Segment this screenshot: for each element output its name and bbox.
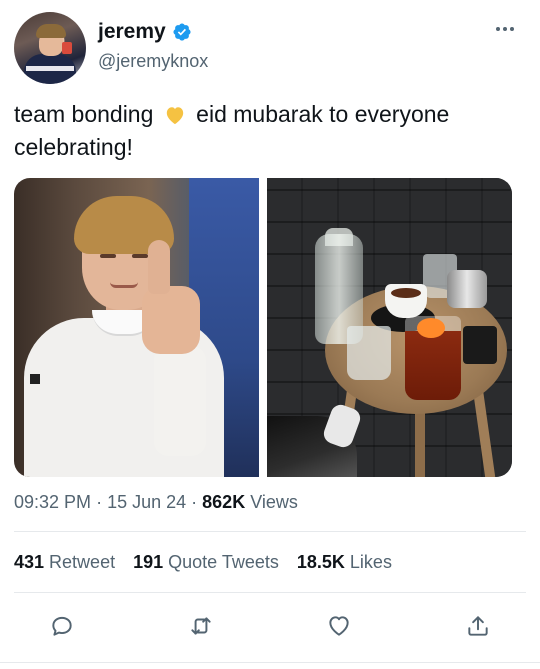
separator-dot: · bbox=[191, 492, 203, 512]
likes-label: Likes bbox=[349, 552, 392, 572]
reply-icon bbox=[52, 616, 72, 636]
avatar[interactable] bbox=[14, 12, 86, 84]
bottom-divider bbox=[0, 662, 540, 663]
separator-dot: · bbox=[96, 492, 108, 512]
tweet-meta: 09:32 PM · 15 Jun 24 · 862K Views bbox=[14, 490, 298, 514]
divider bbox=[14, 531, 526, 532]
quotes-stat[interactable]: 191 Quote Tweets bbox=[133, 550, 279, 574]
retweets-label: Retweet bbox=[49, 552, 116, 572]
tweet-text-part1: team bonding bbox=[14, 101, 154, 127]
retweet-icon bbox=[191, 617, 211, 635]
photo-thumbs-up[interactable] bbox=[14, 178, 259, 477]
tweet-date[interactable]: 15 Jun 24 bbox=[107, 492, 186, 512]
retweet-button[interactable] bbox=[183, 608, 219, 644]
reply-button[interactable] bbox=[44, 608, 80, 644]
divider bbox=[14, 592, 526, 593]
verified-badge-icon bbox=[173, 23, 191, 41]
views-count: 862K bbox=[202, 492, 246, 512]
views-label: Views bbox=[250, 492, 298, 512]
photo-cafe-table[interactable] bbox=[267, 178, 512, 477]
likes-count: 18.5K bbox=[296, 552, 345, 572]
retweets-count: 431 bbox=[14, 552, 45, 572]
more-options-icon[interactable] bbox=[496, 24, 518, 34]
like-icon bbox=[329, 616, 349, 636]
author-names: jeremy @jeremyknox bbox=[98, 20, 208, 72]
display-name[interactable]: jeremy bbox=[98, 20, 192, 44]
tweet-time[interactable]: 09:32 PM bbox=[14, 492, 91, 512]
tweet-text: team bonding eid mubarak to everyone cel… bbox=[14, 98, 526, 164]
tweet-header: jeremy @jeremyknox bbox=[14, 12, 526, 84]
display-name-text[interactable]: jeremy bbox=[98, 20, 166, 44]
quotes-count: 191 bbox=[133, 552, 164, 572]
action-bar bbox=[0, 608, 540, 648]
yellow-heart-icon bbox=[166, 107, 183, 125]
likes-stat[interactable]: 18.5K Likes bbox=[297, 550, 392, 574]
handle[interactable]: @jeremyknox bbox=[98, 50, 208, 72]
quotes-label: Quote Tweets bbox=[168, 552, 279, 572]
share-icon bbox=[468, 616, 488, 636]
like-button[interactable] bbox=[321, 608, 357, 644]
retweets-stat[interactable]: 431 Retweet bbox=[14, 550, 115, 574]
engagement-stats: 431 Retweet 191 Quote Tweets 18.5K Likes bbox=[14, 550, 392, 574]
media-grid bbox=[14, 178, 512, 477]
share-button[interactable] bbox=[460, 608, 496, 644]
